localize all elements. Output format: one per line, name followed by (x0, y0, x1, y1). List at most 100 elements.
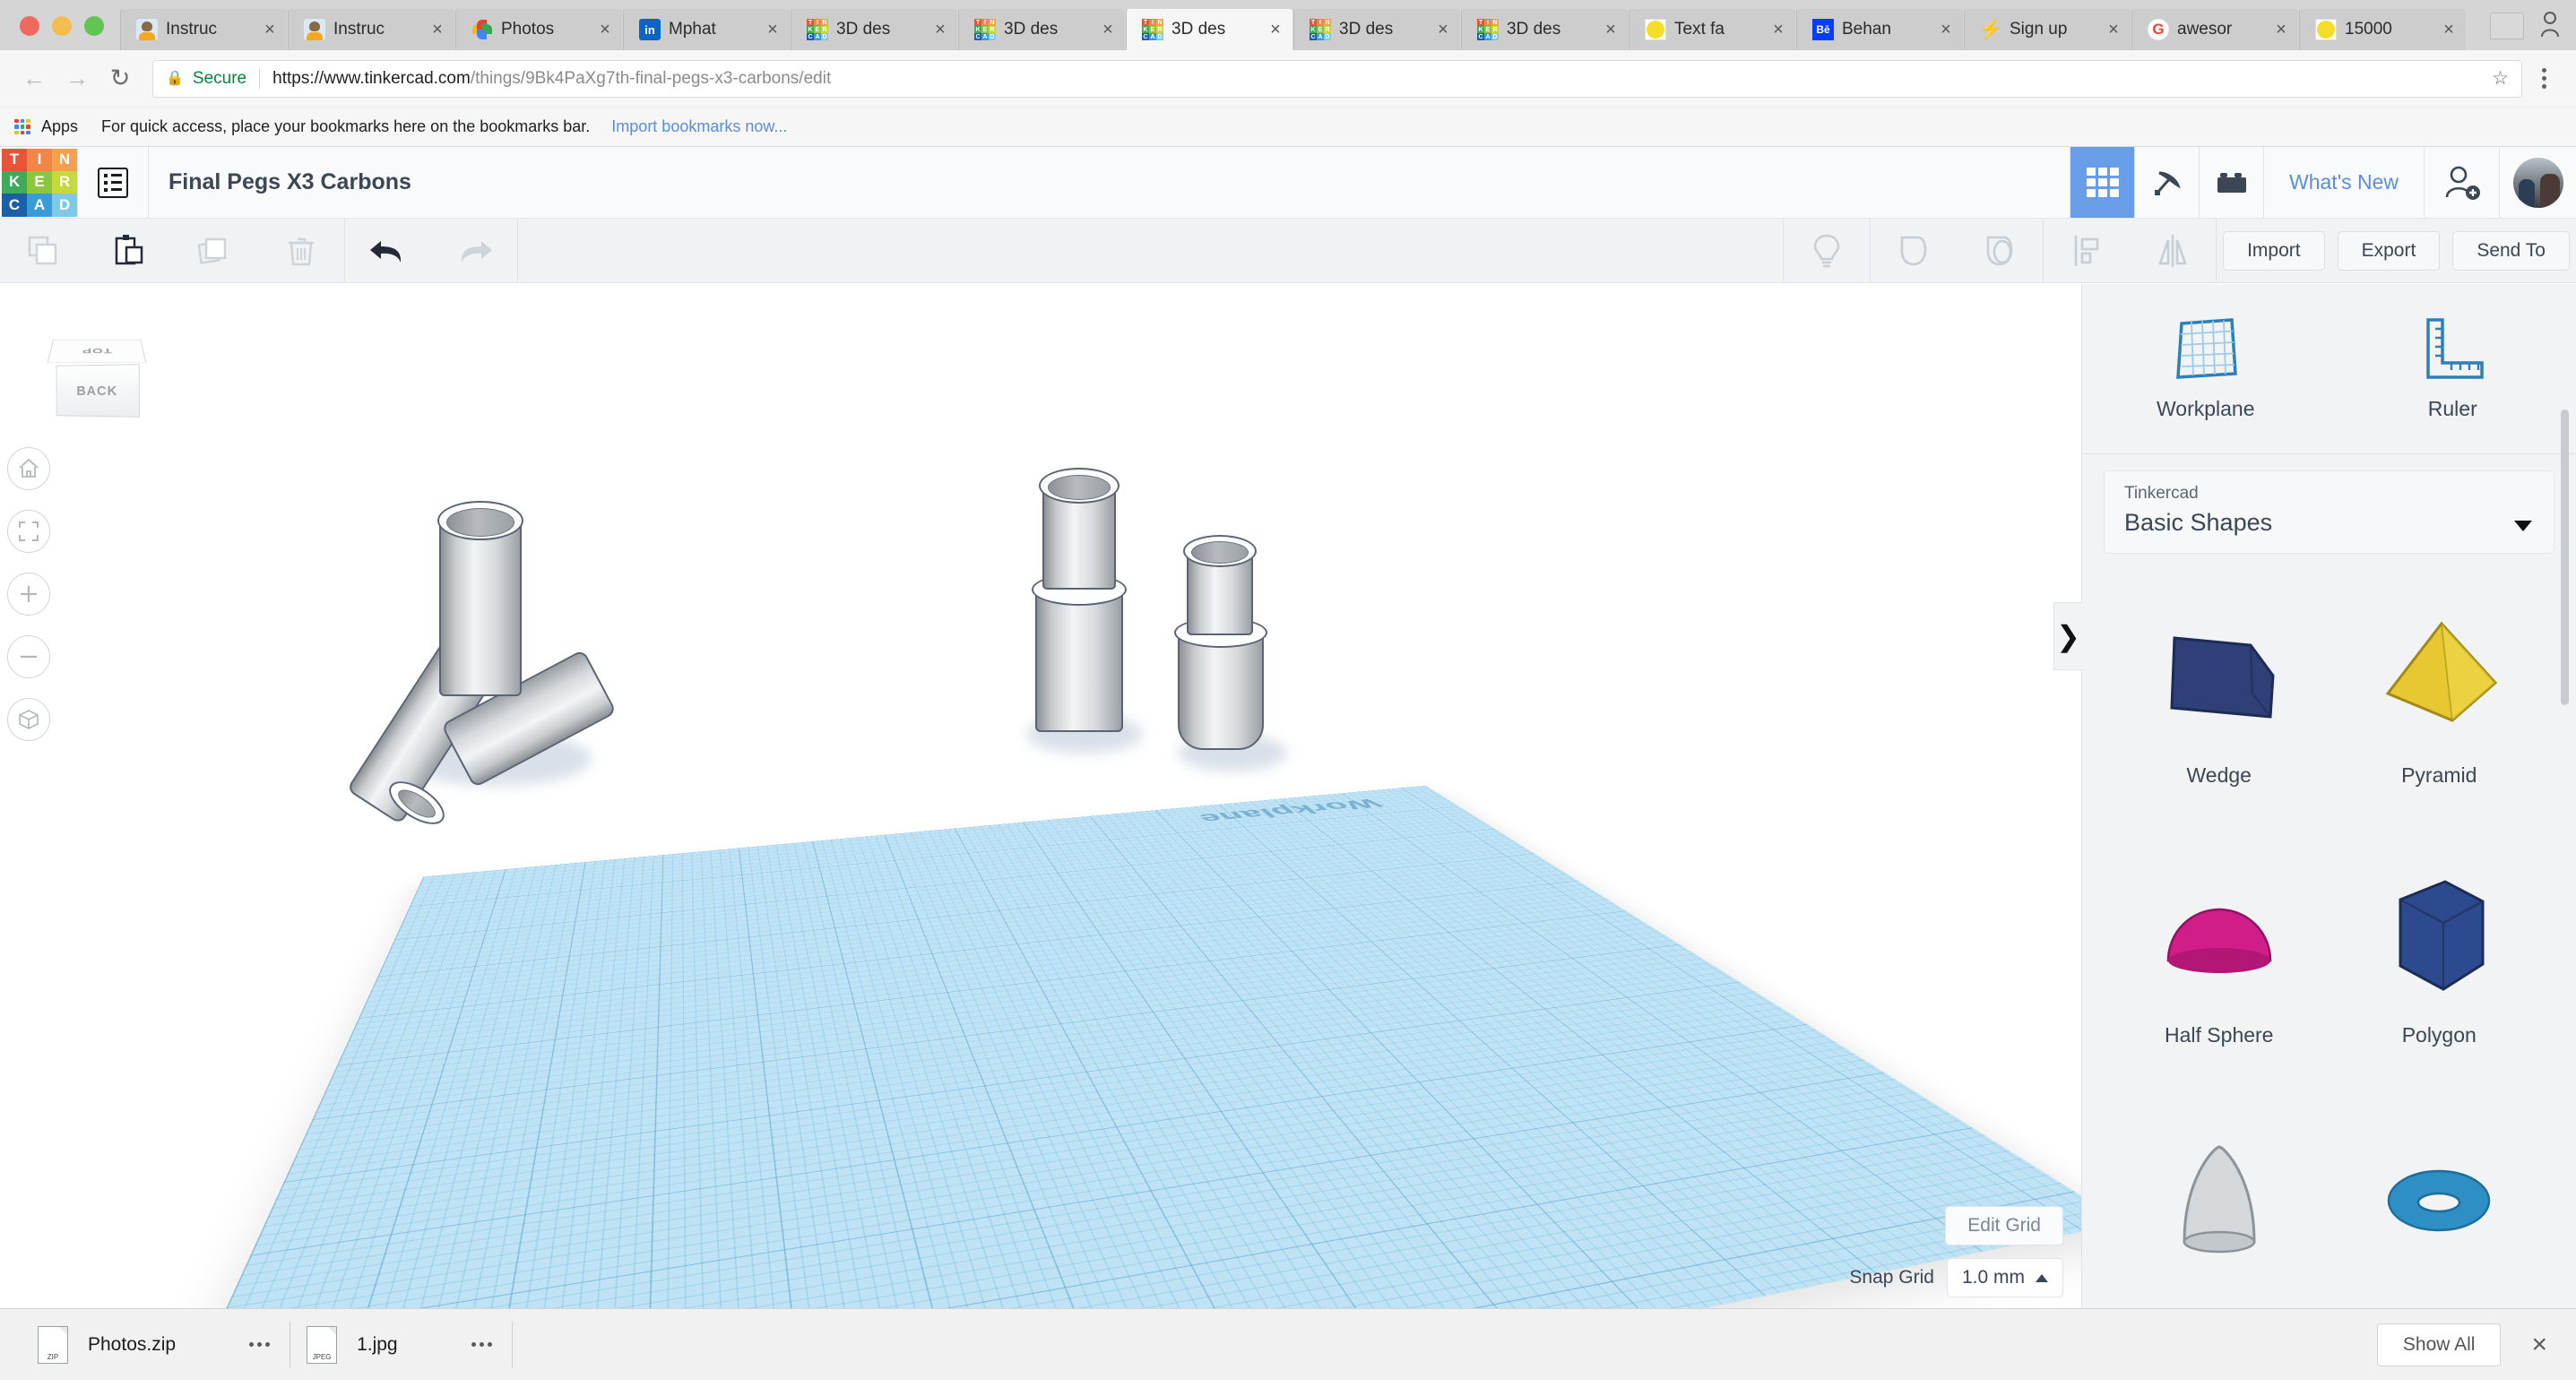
browser-tab[interactable]: T I N K E R C A D 3D des × (1461, 9, 1628, 50)
snap-grid-select[interactable]: 1.0 mm (1946, 1258, 2063, 1297)
import-button[interactable]: Import (2223, 230, 2325, 271)
back-button[interactable]: ← (14, 59, 54, 99)
tab-close-icon[interactable]: × (262, 21, 278, 39)
peg-cluster-left[interactable] (346, 501, 663, 833)
browser-tab[interactable]: 15000 × (2299, 9, 2466, 50)
window-minimize-button[interactable] (52, 16, 72, 36)
shape-item[interactable]: Polygon (2330, 853, 2550, 1104)
browser-tab[interactable]: Bē Behan × (1796, 9, 1963, 50)
paste-icon[interactable] (86, 219, 172, 282)
workplane-grid[interactable]: Workplane (74, 785, 2081, 1380)
tinkercad-favicon: TINKERCAD (1142, 19, 1163, 40)
shape-library-select[interactable]: Tinkercad Basic Shapes (2104, 470, 2554, 554)
lego-brick-icon[interactable] (2199, 147, 2263, 218)
ortho-perspective-icon[interactable] (7, 698, 50, 741)
align-icon[interactable] (2044, 219, 2130, 282)
tab-close-icon[interactable]: × (1603, 21, 1619, 39)
zoom-out-icon[interactable] (7, 635, 50, 678)
add-user-icon[interactable] (2424, 147, 2499, 218)
window-maximize-button[interactable] (84, 16, 104, 36)
tab-close-icon[interactable]: × (2273, 21, 2289, 39)
lock-icon: 🔒 (166, 70, 184, 86)
tab-close-icon[interactable]: × (1435, 21, 1451, 39)
profile-avatar-icon[interactable] (2537, 9, 2563, 39)
light-bulb-icon[interactable] (1784, 219, 1870, 282)
browser-tab[interactable]: Photos × (455, 9, 622, 50)
view-cube[interactable]: TOP BACK (43, 329, 151, 427)
shape-item[interactable]: Wedge (2109, 593, 2330, 844)
apps-grid-icon[interactable] (14, 118, 30, 135)
shapes-scrollbar[interactable] (2561, 409, 2569, 705)
browser-tab[interactable]: in Mphat × (623, 9, 790, 50)
browser-tab[interactable]: Gawesor × (2131, 9, 2298, 50)
tab-close-icon[interactable]: × (765, 21, 781, 39)
bookmark-star-icon[interactable]: ☆ (2492, 67, 2509, 90)
design-canvas[interactable]: Workplane TOP BACK Edit Grid Snap Grid 1… (0, 284, 2081, 1380)
whats-new-link[interactable]: What's New (2263, 147, 2424, 218)
fit-to-view-icon[interactable] (7, 510, 50, 553)
tab-close-icon[interactable]: × (1770, 21, 1786, 39)
page-title[interactable]: Final Pegs X3 Carbons (149, 147, 411, 218)
user-avatar[interactable] (2499, 147, 2576, 218)
ruler-tool[interactable]: Ruler (2330, 284, 2576, 453)
reload-button[interactable]: ↻ (100, 59, 140, 99)
address-bar[interactable]: 🔒 Secure https://www.tinkercad.com/thing… (152, 59, 2522, 98)
browser-tab[interactable]: T I N K E R C A D 3D des × (958, 9, 1125, 50)
shape-item[interactable]: Pyramid (2330, 593, 2550, 844)
home-view-icon[interactable] (7, 447, 50, 490)
window-close-button[interactable] (20, 16, 39, 36)
view-cube-front-face[interactable]: BACK (56, 364, 140, 418)
forward-button[interactable]: → (57, 59, 97, 99)
close-downloads-icon[interactable]: × (2531, 1331, 2554, 1358)
designs-list-button[interactable] (78, 147, 148, 218)
browser-tab[interactable]: Text fa × (1629, 9, 1795, 50)
browser-tab[interactable]: ⚡ Sign up × (1964, 9, 2131, 50)
ungroup-icon[interactable] (1957, 219, 2043, 282)
show-all-button[interactable]: Show All (2376, 1323, 2502, 1366)
tab-strip: Instruc × Instruc × Photos × in Mphat × T I N K E R C A D… (120, 0, 2490, 50)
delete-icon[interactable] (258, 219, 344, 282)
browser-tab[interactable]: Instruc × (120, 9, 287, 50)
mirror-icon[interactable] (2130, 219, 2216, 282)
tab-close-icon[interactable]: × (1100, 21, 1116, 39)
download-item-1[interactable]: JPEG 1.jpg (290, 1319, 512, 1371)
edit-grid-button[interactable]: Edit Grid (1945, 1206, 2063, 1245)
tab-close-icon[interactable]: × (2105, 21, 2122, 39)
panel-collapse-chevron-icon[interactable]: ❯ (2053, 602, 2082, 670)
copy-icon[interactable] (0, 219, 86, 282)
duplicate-icon[interactable] (172, 219, 258, 282)
export-button[interactable]: Export (2337, 230, 2441, 271)
download-menu-icon[interactable] (471, 1342, 492, 1347)
minecraft-pickaxe-icon[interactable] (2134, 147, 2199, 218)
tab-close-icon[interactable]: × (1267, 21, 1284, 39)
shape-item[interactable]: Half Sphere (2109, 853, 2330, 1104)
url-domain: https://www.tinkercad.com (272, 68, 471, 88)
library-owner: Tinkercad (2124, 484, 2199, 503)
send-to-button[interactable]: Send To (2452, 230, 2570, 271)
workplane-tool[interactable]: Workplane (2082, 284, 2330, 453)
undo-icon[interactable] (345, 219, 431, 282)
apps-label[interactable]: Apps (41, 117, 78, 136)
view-cube-top-face[interactable]: TOP (47, 340, 147, 363)
tab-close-icon[interactable]: × (2441, 21, 2457, 39)
tab-close-icon[interactable]: × (1938, 21, 1954, 39)
zoom-in-icon[interactable] (7, 573, 50, 616)
download-item-0[interactable]: ZIP Photos.zip (22, 1319, 290, 1371)
peg-right[interactable] (1174, 535, 1287, 786)
chrome-menu-icon[interactable] (2526, 68, 2562, 89)
browser-tab[interactable]: T I N K E R C A D 3D des × (791, 9, 957, 50)
blocks-grid-icon[interactable] (2070, 147, 2135, 218)
group-icon[interactable] (1871, 219, 1957, 282)
tinkercad-logo[interactable]: TIN KER CAD (0, 147, 77, 218)
tab-close-icon[interactable]: × (429, 21, 445, 39)
tab-close-icon[interactable]: × (597, 21, 613, 39)
peg-center[interactable] (1026, 468, 1143, 763)
new-tab-button[interactable] (2490, 13, 2524, 39)
browser-tab[interactable]: T I N K E R C A D 3D des × (1126, 9, 1292, 50)
redo-icon[interactable] (431, 219, 517, 282)
browser-tab[interactable]: T I N K E R C A D 3D des × (1293, 9, 1460, 50)
tab-close-icon[interactable]: × (932, 21, 948, 39)
import-bookmarks-link[interactable]: Import bookmarks now... (611, 117, 787, 136)
browser-tab[interactable]: Instruc × (288, 9, 454, 50)
download-menu-icon[interactable] (249, 1342, 271, 1347)
